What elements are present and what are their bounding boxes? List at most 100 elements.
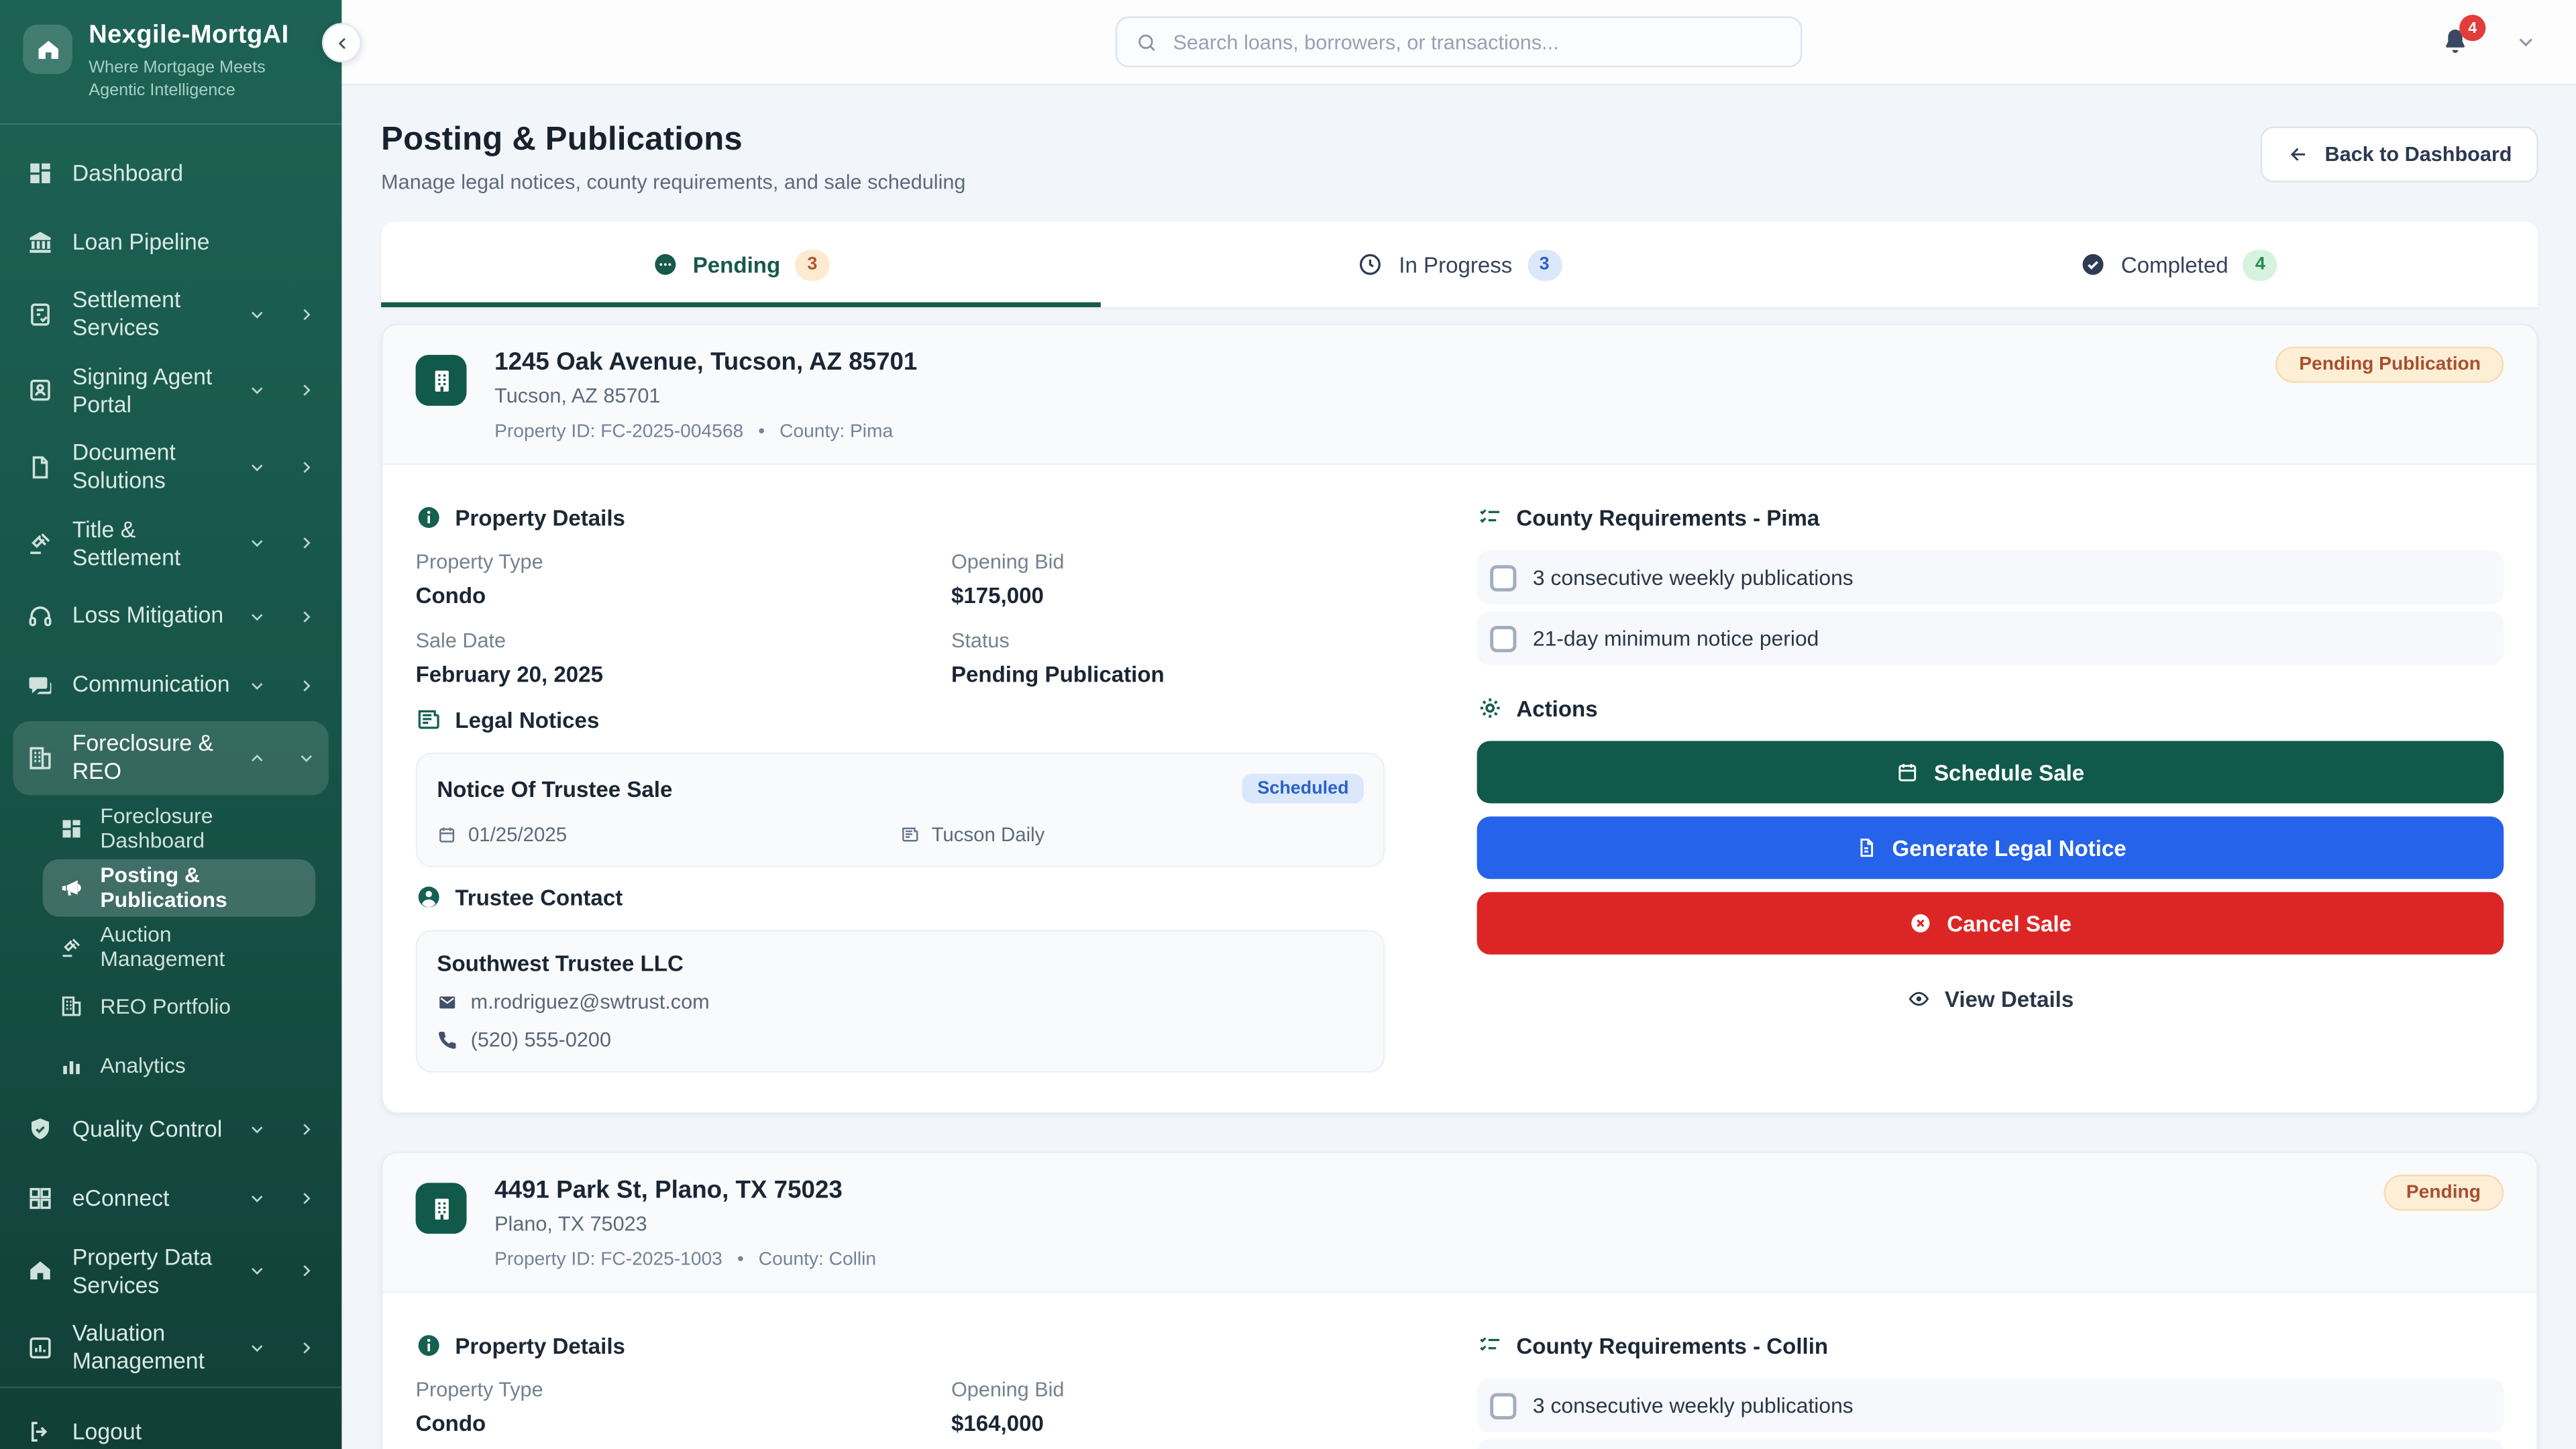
chevron-down-icon[interactable] (297, 749, 315, 767)
tab-label: Pending (693, 252, 780, 277)
card-right-column: County Requirements - Pima 3 consecutive… (1477, 491, 2504, 1073)
chevron-right-icon[interactable] (297, 676, 315, 694)
sidebar-subitem-auction-management[interactable]: Auction Management (43, 918, 316, 975)
cancel-sale-button[interactable]: Cancel Sale (1477, 892, 2504, 955)
view-details-button[interactable]: View Details (1477, 967, 2504, 1030)
chevron-down-icon[interactable] (248, 1120, 266, 1138)
tab-label: Completed (2121, 252, 2229, 277)
schedule-sale-button[interactable]: Schedule Sale (1477, 741, 2504, 803)
sidebar-subitem-posting-publications[interactable]: Posting & Publications (43, 859, 316, 916)
chevron-right-icon[interactable] (297, 305, 315, 323)
checklist-icon (1477, 504, 1503, 531)
sidebar-item-document-solutions[interactable]: Document Solutions (13, 431, 329, 504)
actions-heading: Actions (1477, 695, 2504, 721)
chevron-left-icon (333, 34, 351, 52)
sidebar-item-label: Foreclosure & REO (72, 729, 230, 786)
sidebar-item-loss-mitigation[interactable]: Loss Mitigation (13, 583, 329, 649)
search-input[interactable] (1173, 30, 1783, 53)
calendar-icon (437, 824, 456, 844)
gavel-icon (26, 529, 54, 557)
requirement-row: 21-day minimum notice period (1477, 611, 2504, 665)
meta-separator: • (737, 1250, 744, 1270)
requirement-row: 3 consecutive weekly publications (1477, 550, 2504, 604)
chevron-right-icon[interactable] (297, 1338, 315, 1356)
sidebar-item-foreclosure-reo[interactable]: Foreclosure & REO (13, 721, 329, 794)
chevron-right-icon[interactable] (297, 535, 315, 553)
chevron-down-icon[interactable] (248, 1189, 266, 1208)
brand-tagline: Where Mortgage Meets Agentic Intelligenc… (89, 58, 319, 103)
sidebar-subitem-analytics[interactable]: Analytics (43, 1036, 316, 1093)
notifications-button[interactable]: 4 (2440, 26, 2471, 58)
chevron-right-icon[interactable] (297, 1189, 315, 1208)
sidebar-item-loan-pipeline[interactable]: Loan Pipeline (13, 209, 329, 274)
property-city: Plano, TX 75023 (494, 1212, 876, 1235)
chevron-down-icon[interactable] (248, 535, 266, 553)
sidebar-item-property-data-services[interactable]: Property Data Services (13, 1234, 329, 1307)
chevron-right-icon[interactable] (297, 1120, 315, 1138)
logout-button[interactable]: Logout (13, 1399, 329, 1449)
chevron-down-icon[interactable] (2515, 32, 2536, 53)
app-window: Nexgile-MortgAI Where Mortgage Meets Age… (0, 0, 2576, 1449)
sidebar-item-valuation-management[interactable]: Valuation Management (13, 1311, 329, 1384)
sidebar-item-label: Property Data Services (72, 1243, 230, 1299)
phone-icon (437, 1030, 458, 1051)
sidebar-subitem-foreclosure-dashboard[interactable]: Foreclosure Dashboard (43, 799, 316, 857)
requirement-checkbox[interactable] (1490, 625, 1516, 651)
megaphone-icon (59, 875, 84, 900)
sidebar-item-quality-control[interactable]: Quality Control (13, 1097, 329, 1163)
global-search[interactable] (1116, 16, 1803, 67)
chevron-down-icon[interactable] (248, 458, 266, 476)
property-card-header: 1245 Oak Avenue, Tucson, AZ 85701 Tucson… (383, 325, 2537, 465)
chevron-up-icon[interactable] (248, 749, 266, 767)
chevron-right-icon[interactable] (297, 382, 315, 400)
sidebar-item-signing-agent-portal[interactable]: Signing Agent Portal (13, 354, 329, 427)
requirement-row: 3 consecutive weekly publications (1477, 1379, 2504, 1433)
notification-badge: 4 (2459, 15, 2485, 41)
logout-label: Logout (72, 1417, 315, 1446)
meta-separator: • (758, 422, 765, 441)
generate-legal-notice-button[interactable]: Generate Legal Notice (1477, 816, 2504, 879)
eye-icon (1907, 987, 1930, 1010)
chevron-right-icon[interactable] (297, 458, 315, 476)
chevron-down-icon[interactable] (248, 1262, 266, 1280)
chevron-right-icon[interactable] (297, 607, 315, 625)
grid-squares-icon (26, 1185, 54, 1213)
sidebar-item-dashboard[interactable]: Dashboard (13, 140, 329, 206)
chevron-down-icon[interactable] (248, 1338, 266, 1356)
newspaper-icon (900, 824, 920, 844)
property-address: 4491 Park St, Plano, TX 75023 (494, 1176, 876, 1204)
sidebar-collapse-button[interactable] (322, 23, 362, 62)
shield-check-icon (26, 1116, 54, 1144)
trustee-contact-heading: Trustee Contact (416, 884, 1385, 910)
tab-pending[interactable]: Pending 3 (381, 222, 1100, 307)
detail-field: Sale Date February 20, 2025 (416, 629, 935, 687)
chevron-down-icon[interactable] (248, 305, 266, 323)
back-to-dashboard-button[interactable]: Back to Dashboard (2261, 127, 2538, 182)
chevron-down-icon[interactable] (248, 607, 266, 625)
tab-completed[interactable]: Completed 4 (1819, 222, 2538, 307)
property-id: Property ID: FC-2025-004568 (494, 422, 743, 441)
sidebar-subitem-label: Posting & Publications (100, 863, 299, 912)
chevron-right-icon[interactable] (297, 1262, 315, 1280)
building-icon (427, 366, 456, 395)
tab-count-badge: 3 (795, 249, 829, 280)
chevron-down-icon[interactable] (248, 382, 266, 400)
brand: Nexgile-MortgAI Where Mortgage Meets Age… (0, 0, 341, 125)
notice-publication: Tucson Daily (900, 823, 1364, 846)
sidebar-item-title-settlement[interactable]: Title & Settlement (13, 507, 329, 580)
requirement-checkbox[interactable] (1490, 564, 1516, 590)
sidebar-item-label: Communication (72, 671, 230, 699)
tab-in-progress[interactable]: In Progress 3 (1100, 222, 1819, 307)
file-icon (26, 453, 54, 481)
requirement-checkbox[interactable] (1490, 1393, 1516, 1419)
sidebar-item-communication[interactable]: Communication (13, 652, 329, 718)
sidebar-item-settlement-services[interactable]: Settlement Services (13, 278, 329, 351)
topbar-actions: 4 (2440, 0, 2536, 84)
county-requirements-heading: County Requirements - Collin (1477, 1332, 2504, 1358)
sidebar-subitem-reo-portfolio[interactable]: REO Portfolio (43, 977, 316, 1034)
page-title: Posting & Publications (381, 121, 965, 159)
checklist-icon (1477, 1332, 1503, 1358)
card-left-column: Property Details Property Type Condo Ope… (416, 491, 1385, 1073)
sidebar-item-econnect[interactable]: eConnect (13, 1166, 329, 1232)
chevron-down-icon[interactable] (248, 676, 266, 694)
